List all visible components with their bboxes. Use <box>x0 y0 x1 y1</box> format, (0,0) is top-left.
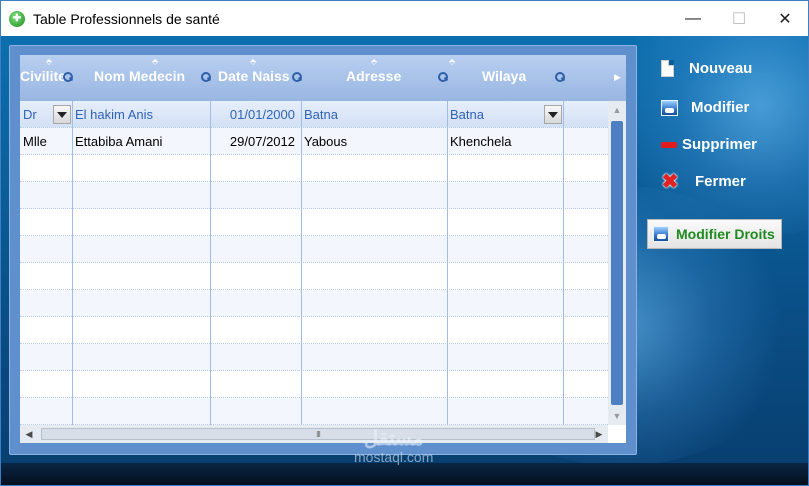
cell-date[interactable]: 29/07/2012 <box>210 128 301 155</box>
client-area: ⬘ Civilite ⬘ Nom Medecin ⬘ Date Naiss ⬘ … <box>1 36 808 485</box>
sort-icon: ⬘ <box>371 57 378 66</box>
table-row[interactable] <box>20 182 608 209</box>
column-header-wilaya[interactable]: ⬘ Wilaya <box>447 55 565 101</box>
fermer-button[interactable]: ✖ Fermer <box>661 170 746 193</box>
scroll-up-icon[interactable]: ▲ <box>608 101 626 119</box>
scroll-left-icon[interactable]: ◀ <box>20 425 38 443</box>
modifier-droits-label: Modifier Droits <box>676 226 775 242</box>
cell-wilaya[interactable]: Khenchela <box>447 128 563 155</box>
search-icon[interactable] <box>555 72 565 82</box>
table-row[interactable] <box>20 209 608 236</box>
search-icon[interactable] <box>201 72 211 82</box>
table-row[interactable]: Dr El hakim Anis 01/01/2000 Batna Batna <box>20 101 608 128</box>
column-header-date-naiss[interactable]: ⬘ Date Naiss <box>210 55 302 101</box>
sort-icon: ⬘ <box>152 57 159 66</box>
sort-icon: ⬘ <box>449 57 456 66</box>
sort-icon: ⬘ <box>250 57 257 66</box>
column-divider <box>301 101 302 425</box>
cell-nom[interactable]: El hakim Anis <box>72 101 210 128</box>
wilaya-dropdown-button[interactable] <box>544 105 562 124</box>
grid-header: ⬘ Civilite ⬘ Nom Medecin ⬘ Date Naiss ⬘ … <box>20 55 626 101</box>
fermer-label: Fermer <box>695 172 746 190</box>
maximize-button[interactable]: ☐ <box>716 1 762 36</box>
search-icon[interactable] <box>63 72 73 82</box>
new-document-icon <box>661 60 674 77</box>
column-divider <box>210 101 211 425</box>
window-title: Table Professionnels de santé <box>33 10 220 27</box>
modifier-droits-button[interactable]: Modifier Droits <box>647 219 782 249</box>
nouveau-button[interactable]: Nouveau <box>661 60 752 77</box>
vertical-scrollbar[interactable]: ▲ ▼ <box>608 101 626 425</box>
civilite-dropdown-button[interactable] <box>53 105 71 124</box>
edit-image-icon <box>661 99 678 116</box>
scrollbar-corner <box>608 425 626 443</box>
search-icon[interactable] <box>292 72 302 82</box>
table-row[interactable]: Mlle Ettabiba Amani 29/07/2012 Yabous Kh… <box>20 128 608 155</box>
column-header-adresse[interactable]: ⬘ Adresse <box>301 55 448 101</box>
title-bar: ✚ Table Professionnels de santé — ☐ ✕ <box>1 1 808 36</box>
close-button[interactable]: ✕ <box>762 1 808 36</box>
horizontal-scroll-thumb[interactable]: III <box>41 428 595 440</box>
table-row[interactable] <box>20 371 608 398</box>
column-divider <box>447 101 448 425</box>
cell-adresse[interactable]: Batna <box>301 101 447 128</box>
grid-rows: Dr El hakim Anis 01/01/2000 Batna Batna … <box>20 101 608 425</box>
nouveau-label: Nouveau <box>689 60 753 77</box>
watermark-arabic: مستقل <box>363 428 424 450</box>
app-icon: ✚ <box>9 10 25 27</box>
delete-minus-icon <box>661 141 677 148</box>
table-row[interactable] <box>20 263 608 290</box>
supprimer-label: Supprimer <box>682 136 758 153</box>
column-header-nom-medecin[interactable]: ⬘ Nom Medecin <box>72 55 211 101</box>
edit-rights-icon <box>653 226 669 242</box>
grid-panel: ⬘ Civilite ⬘ Nom Medecin ⬘ Date Naiss ⬘ … <box>9 45 637 455</box>
column-divider <box>563 101 564 425</box>
table-row[interactable] <box>20 236 608 263</box>
table-row[interactable] <box>20 155 608 182</box>
modifier-button[interactable]: Modifier <box>661 99 749 116</box>
modifier-label: Modifier <box>691 99 750 116</box>
more-columns-arrow-icon[interactable]: ▶ <box>614 72 621 83</box>
supprimer-button[interactable]: Supprimer <box>661 136 757 153</box>
table-row[interactable] <box>20 317 608 344</box>
scroll-right-icon[interactable]: ▶ <box>590 425 608 443</box>
horizontal-scrollbar[interactable]: ◀ III ▶ <box>20 425 608 443</box>
scroll-down-icon[interactable]: ▼ <box>608 407 626 425</box>
close-x-icon: ✖ <box>661 170 679 193</box>
table-row[interactable] <box>20 344 608 371</box>
table-row[interactable] <box>20 290 608 317</box>
cell-adresse[interactable]: Yabous <box>301 128 447 155</box>
minimize-button[interactable]: — <box>670 1 716 36</box>
search-icon[interactable] <box>438 72 448 82</box>
cell-date[interactable]: 01/01/2000 <box>210 101 301 128</box>
sort-icon: ⬘ <box>46 57 53 66</box>
watermark: مستقل mostaql.com <box>354 426 433 465</box>
window-controls: — ☐ ✕ <box>670 1 808 36</box>
column-header-civilite[interactable]: ⬘ Civilite <box>20 55 73 101</box>
vertical-scroll-thumb[interactable] <box>611 121 623 405</box>
column-divider <box>72 101 73 425</box>
background-ground <box>1 463 808 485</box>
cell-civilite[interactable]: Mlle <box>20 128 72 155</box>
watermark-latin: mostaql.com <box>354 449 434 465</box>
app-window: ✚ Table Professionnels de santé — ☐ ✕ ⬘ … <box>0 0 809 486</box>
data-grid: ⬘ Civilite ⬘ Nom Medecin ⬘ Date Naiss ⬘ … <box>20 55 626 443</box>
cell-nom[interactable]: Ettabiba Amani <box>72 128 210 155</box>
table-row[interactable] <box>20 398 608 425</box>
